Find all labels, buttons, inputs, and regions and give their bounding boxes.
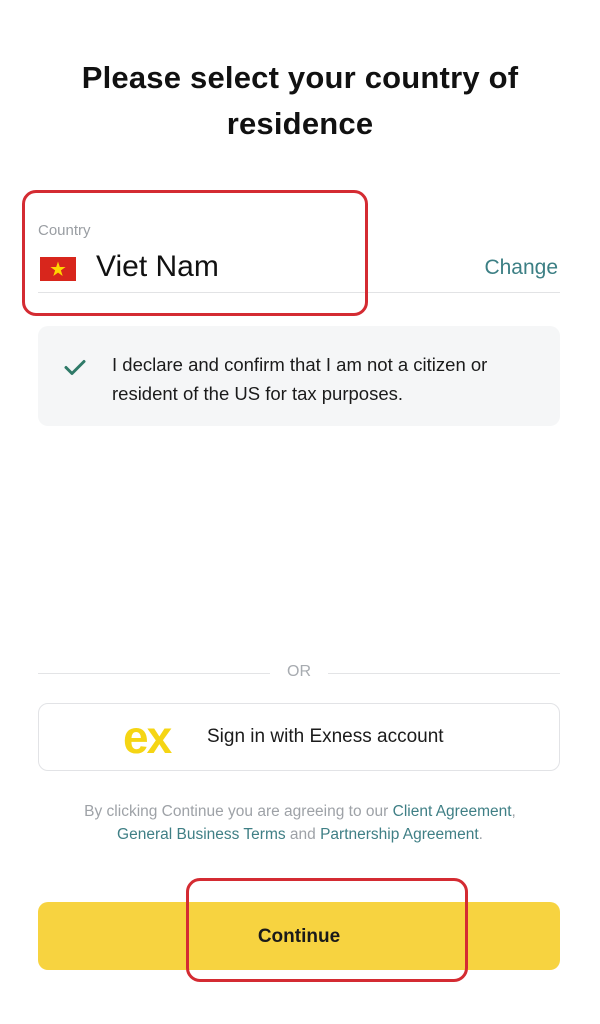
legal-separator-1: , xyxy=(511,803,516,820)
country-field-label: Country xyxy=(38,222,91,239)
checkmark-icon xyxy=(64,360,86,375)
page-title: Please select your country of residence xyxy=(0,55,600,147)
change-country-link[interactable]: Change xyxy=(484,256,558,280)
client-agreement-link[interactable]: Client Agreement xyxy=(393,803,512,820)
page-title-line-2: residence xyxy=(226,106,374,141)
continue-button[interactable]: Continue xyxy=(38,902,560,970)
country-selection-screen: Please select your country of residence … xyxy=(0,0,600,1024)
continue-button-label: Continue xyxy=(257,926,341,947)
general-business-terms-link[interactable]: General Business Terms xyxy=(117,826,286,843)
divider-line-right xyxy=(328,673,560,674)
legal-separator-2: and xyxy=(285,826,321,843)
or-divider: OR xyxy=(38,662,560,684)
country-field[interactable]: Country Viet Nam Change xyxy=(38,210,560,293)
exness-logo-icon: ex xyxy=(123,711,172,763)
legal-notice: By clicking Continue you are agreeing to… xyxy=(70,800,530,846)
selected-country-value: Viet Nam xyxy=(96,250,219,283)
legal-suffix: . xyxy=(478,826,483,843)
page-title-line-1: Please select your country of xyxy=(81,60,519,95)
declaration-checkbox[interactable] xyxy=(60,352,90,382)
vietnam-flag-icon xyxy=(40,257,76,281)
us-tax-declaration[interactable]: I declare and confirm that I am not a ci… xyxy=(38,326,560,426)
exness-signin-button[interactable]: ex Sign in with Exness account xyxy=(38,703,560,771)
declaration-text: I declare and confirm that I am not a ci… xyxy=(112,354,488,404)
exness-signin-label: Sign in with Exness account xyxy=(207,726,444,747)
flag-star-icon xyxy=(50,261,66,276)
partnership-agreement-link[interactable]: Partnership Agreement xyxy=(320,826,479,843)
or-label: OR xyxy=(287,663,311,680)
legal-prefix: By clicking Continue you are agreeing to… xyxy=(84,803,393,820)
